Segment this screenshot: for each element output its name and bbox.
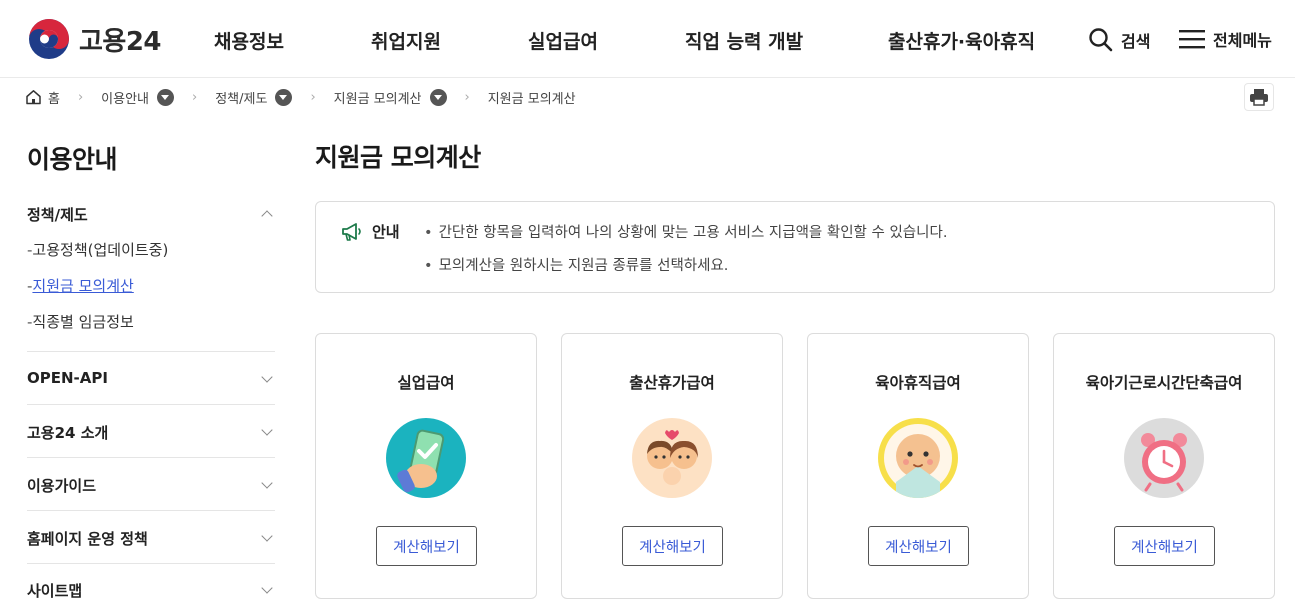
search-button[interactable]: 검색 xyxy=(1088,27,1150,52)
chevron-down-icon xyxy=(261,477,273,489)
nav-item-employment-support[interactable]: 취업지원 xyxy=(371,27,441,54)
sidebar-group-open-api[interactable]: OPEN-API xyxy=(27,369,275,387)
sidebar-divider xyxy=(27,351,275,352)
card-title: 출산휴가급여 xyxy=(629,374,715,392)
chevron-down-icon xyxy=(261,371,273,383)
chevron-down-icon xyxy=(261,530,273,542)
dropdown-toggle-icon[interactable] xyxy=(429,88,447,106)
breadcrumb-item-policy[interactable]: 정책/제도 xyxy=(215,88,293,107)
sidebar-group-label: 홈페이지 운영 정책 xyxy=(27,530,148,548)
dropdown-toggle-icon[interactable] xyxy=(157,88,175,106)
sidebar-divider xyxy=(27,563,275,564)
breadcrumb-label: 정책/제도 xyxy=(215,91,268,107)
chevron-down-icon xyxy=(261,582,273,594)
card-maternity-benefit: 출산휴가급여 계산해보기 xyxy=(561,333,783,599)
parents-baby-icon xyxy=(632,418,712,498)
notice-line: 간단한 항목을 입력하여 나의 상황에 맞는 고용 서비스 지급액을 확인할 수… xyxy=(424,221,948,242)
breadcrumb-separator-icon: › xyxy=(192,89,198,105)
card-title: 육아기근로시간단축급여 xyxy=(1085,374,1243,392)
breadcrumb-label: 이용안내 xyxy=(101,91,150,107)
alarm-clock-icon xyxy=(1124,418,1204,498)
breadcrumb-current: 지원금 모의계산 xyxy=(488,88,576,107)
baby-face-icon xyxy=(878,418,958,498)
sidebar-group-label: 고용24 소개 xyxy=(27,424,109,442)
breadcrumb-label: 지원금 모의계산 xyxy=(487,91,576,107)
page-title: 지원금 모의계산 xyxy=(315,143,481,172)
card-title: 실업급여 xyxy=(397,374,455,392)
chevron-up-icon xyxy=(261,210,273,222)
breadcrumb-item-simulator[interactable]: 지원금 모의계산 xyxy=(334,88,447,107)
search-label: 검색 xyxy=(1121,31,1151,51)
breadcrumb-home[interactable]: 홈 xyxy=(25,88,60,107)
card-title: 육아휴직급여 xyxy=(875,374,961,392)
all-menu-button[interactable]: 전체메뉴 xyxy=(1179,27,1272,51)
hamburger-menu-icon xyxy=(1179,30,1205,49)
nav-item-maternity-parental-leave[interactable]: 출산휴가·육아휴직 xyxy=(888,27,1035,54)
phone-check-icon xyxy=(386,418,466,498)
all-menu-label: 전체메뉴 xyxy=(1213,31,1272,50)
dropdown-toggle-icon[interactable] xyxy=(275,88,293,106)
breadcrumb: 홈 › 이용안내 › 정책/제도 › 지원금 모의계산 › 지원금 모의계산 xyxy=(25,86,576,108)
sidebar-group-user-guide[interactable]: 이용가이드 xyxy=(27,475,275,496)
card-reduced-hours-benefit: 육아기근로시간단축급여 계산해보기 xyxy=(1053,333,1275,599)
sidebar-divider xyxy=(27,510,275,511)
card-parental-leave-benefit: 육아휴직급여 계산해보기 xyxy=(807,333,1029,599)
logo-text: 고용24 xyxy=(79,26,162,57)
sidebar-divider xyxy=(27,457,275,458)
sidebar-item-wage-info[interactable]: -직종별 임금정보 xyxy=(27,311,134,332)
sidebar-title: 이용안내 xyxy=(27,145,118,174)
nav-item-jobs[interactable]: 채용정보 xyxy=(214,27,284,54)
sidebar-divider xyxy=(27,404,275,405)
calculate-button[interactable]: 계산해보기 xyxy=(376,526,477,566)
nav-item-vocational-training[interactable]: 직업 능력 개발 xyxy=(685,27,803,54)
print-button[interactable] xyxy=(1244,83,1274,111)
notice-label: 안내 xyxy=(372,223,400,241)
notice-line: 모의계산을 원하시는 지원금 종류를 선택하세요. xyxy=(424,254,729,275)
notice-box: 안내 간단한 항목을 입력하여 나의 상황에 맞는 고용 서비스 지급액을 확인… xyxy=(315,201,1275,293)
sidebar-item-label: 고용정책(업데이트중) xyxy=(32,241,169,259)
calculate-button[interactable]: 계산해보기 xyxy=(1114,526,1215,566)
sidebar-group-policy[interactable]: 정책/제도 xyxy=(27,204,275,225)
notice-heading: 안내 xyxy=(341,221,400,242)
breadcrumb-label: 지원금 모의계산 xyxy=(333,91,422,107)
sidebar-group-label: 이용가이드 xyxy=(27,477,97,495)
breadcrumb-separator-icon: › xyxy=(77,89,84,105)
card-unemployment-benefit: 실업급여 계산해보기 xyxy=(315,333,537,599)
sidebar-group-about[interactable]: 고용24 소개 xyxy=(27,422,275,443)
sidebar-group-label: OPEN-API xyxy=(27,369,108,387)
sidebar-item-employment-policy[interactable]: -고용정책(업데이트중) xyxy=(27,239,168,260)
sidebar-group-label: 정책/제도 xyxy=(27,206,88,224)
breadcrumb-item-guide[interactable]: 이용안내 xyxy=(101,88,175,107)
chevron-down-icon xyxy=(261,424,273,436)
breadcrumb-home-label: 홈 xyxy=(48,91,60,107)
calculate-button[interactable]: 계산해보기 xyxy=(622,526,723,566)
taegeuk-logo-icon xyxy=(29,19,69,59)
breadcrumb-separator-icon: › xyxy=(310,89,316,105)
nav-item-unemployment-benefit[interactable]: 실업급여 xyxy=(528,27,598,54)
sidebar-group-sitemap[interactable]: 사이트맵 xyxy=(27,580,275,601)
calculate-button[interactable]: 계산해보기 xyxy=(868,526,969,566)
sidebar-group-label: 사이트맵 xyxy=(27,582,83,600)
sidebar-group-site-policy[interactable]: 홈페이지 운영 정책 xyxy=(27,528,275,549)
sidebar-item-label: 직종별 임금정보 xyxy=(32,313,134,331)
sidebar-item-subsidy-simulator[interactable]: -지원금 모의계산 xyxy=(27,275,134,296)
search-icon xyxy=(1089,28,1113,52)
breadcrumb-separator-icon: › xyxy=(464,89,470,105)
site-header: 고용24 채용정보 취업지원 실업급여 직업 능력 개발 출산휴가·육아휴직 검… xyxy=(0,0,1295,78)
megaphone-icon xyxy=(342,222,361,241)
site-logo[interactable]: 고용24 xyxy=(27,18,162,60)
sidebar-item-label: 지원금 모의계산 xyxy=(32,277,134,295)
home-icon xyxy=(26,90,41,105)
printer-icon xyxy=(1250,89,1268,106)
